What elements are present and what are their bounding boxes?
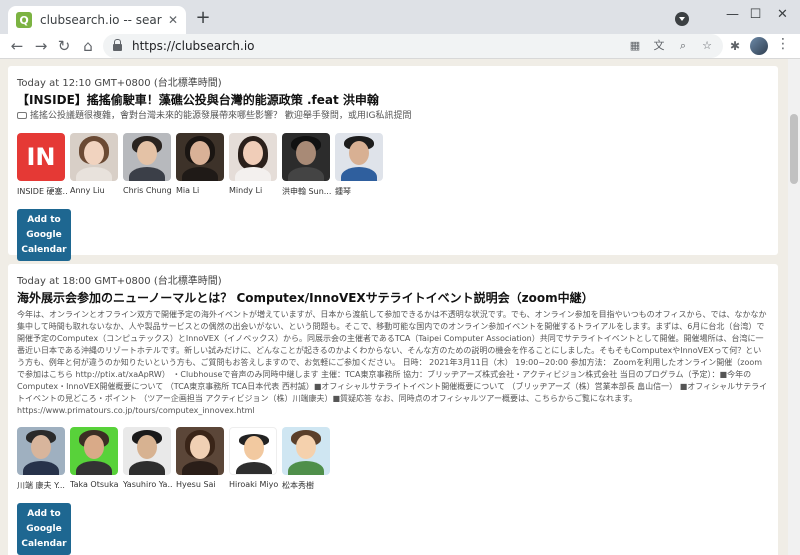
bookmark-star-icon[interactable]: ☆ bbox=[699, 38, 715, 54]
speaker-avatar bbox=[70, 133, 118, 181]
chrome-menu-icon[interactable]: ⋮ bbox=[776, 36, 790, 52]
speaker-avatar bbox=[17, 427, 65, 475]
event-title[interactable]: 海外展示会参加のニューノーマルとは？ Computex/InnoVEXサテライト… bbox=[17, 289, 769, 306]
speaker-name: Chris Chung bbox=[123, 186, 172, 195]
new-tab-button[interactable]: + bbox=[193, 8, 213, 28]
speaker-name: 松本秀樹 bbox=[282, 481, 314, 490]
browser-tab[interactable]: Q clubsearch.io -- search Clubho ✕ bbox=[8, 6, 186, 34]
event-title[interactable]: 【INSIDE】搖搖偷駛車！藻礁公投與台灣的能源政策 .feat 洪申翰 bbox=[17, 91, 769, 108]
speaker-avatar bbox=[176, 427, 224, 475]
speaker-avatar bbox=[229, 133, 277, 181]
add-to-google-calendar-button[interactable]: Add to Google Calendar bbox=[17, 503, 71, 555]
speaker[interactable]: IN INSIDE 硬塞... bbox=[17, 133, 67, 197]
speaker[interactable]: 洪申翰 Sun... bbox=[282, 133, 332, 197]
event-time: Today at 18:00 GMT+0800 (台北標準時間) bbox=[17, 276, 222, 287]
close-window-button[interactable]: ✕ bbox=[760, 0, 800, 28]
speaker[interactable]: Mia Li bbox=[176, 133, 226, 197]
event-card: Today at 12:10 GMT+0800 (台北標準時間) 【INSIDE… bbox=[8, 66, 778, 261]
add-to-google-calendar-button[interactable]: Add to Google Calendar bbox=[17, 209, 71, 261]
speaker[interactable]: Chris Chung bbox=[123, 133, 173, 197]
event-card: Today at 18:00 GMT+0800 (台北標準時間) 海外展示会参加… bbox=[8, 264, 778, 555]
profile-avatar[interactable] bbox=[750, 37, 768, 55]
speaker-list: 川端 康夫 Y... Taka Otsuka Yasuhiro Ya... Hy… bbox=[17, 427, 769, 491]
translate-icon[interactable]: 文 bbox=[651, 38, 667, 54]
forward-arrow-icon[interactable]: → bbox=[31, 36, 51, 56]
speaker-name: Mindy Li bbox=[229, 186, 263, 195]
speaker[interactable]: Yasuhiro Ya... bbox=[123, 427, 173, 491]
speaker-name: Yasuhiro Ya... bbox=[123, 480, 173, 489]
speaker-name: Anny Liu bbox=[70, 186, 105, 195]
speaker-name: 川端 康夫 Y... bbox=[17, 481, 65, 490]
clubsearch-favicon-icon: Q bbox=[16, 12, 32, 28]
speaker[interactable]: Anny Liu bbox=[70, 133, 120, 197]
speaker[interactable]: Hiroaki Miyo... bbox=[229, 427, 279, 491]
speaker-name: Hiroaki Miyo... bbox=[229, 480, 279, 489]
back-arrow-icon[interactable]: ← bbox=[7, 36, 27, 56]
event-description: 今年は、オンラインとオフライン双方で開催予定の海外イベントが増えていますが、日本… bbox=[17, 310, 768, 415]
browser-toolbar: ← → ↻ ⌂ https://clubsearch.io ▦ 文 ⌕ ☆ ✱ … bbox=[0, 34, 800, 58]
cartoon-avatar bbox=[229, 427, 277, 475]
speaker[interactable]: Mindy Li bbox=[229, 133, 279, 197]
scrollbar[interactable] bbox=[788, 59, 800, 555]
speech-bubble-icon bbox=[17, 112, 27, 119]
speaker[interactable]: 鍾琴 bbox=[335, 133, 385, 197]
inside-logo-avatar: IN bbox=[17, 133, 65, 181]
tab-title: clubsearch.io -- search Clubho bbox=[40, 13, 162, 27]
speaker-name: Taka Otsuka bbox=[70, 480, 119, 489]
tab-strip: Q clubsearch.io -- search Clubho ✕ + — ☐… bbox=[0, 0, 800, 34]
speaker-avatar bbox=[123, 427, 171, 475]
zoom-icon[interactable]: ⌕ bbox=[675, 38, 691, 54]
extensions-puzzle-icon[interactable]: ✱ bbox=[727, 38, 743, 54]
page-viewport: Today at 12:10 GMT+0800 (台北標準時間) 【INSIDE… bbox=[0, 58, 800, 555]
home-icon[interactable]: ⌂ bbox=[78, 36, 98, 56]
lock-icon bbox=[113, 39, 122, 51]
reload-icon[interactable]: ↻ bbox=[54, 36, 74, 56]
speaker-avatar bbox=[335, 133, 383, 181]
speaker-avatar bbox=[70, 427, 118, 475]
speaker-list: IN INSIDE 硬塞... Anny Liu Chris Chung Mia… bbox=[17, 133, 769, 197]
speaker-name: 鍾琴 bbox=[335, 187, 351, 196]
event-time: Today at 12:10 GMT+0800 (台北標準時間) bbox=[17, 78, 222, 89]
speaker[interactable]: 松本秀樹 bbox=[282, 427, 332, 491]
speaker-name: 洪申翰 Sun... bbox=[282, 187, 332, 196]
speaker-avatar bbox=[282, 133, 330, 181]
qr-code-icon[interactable]: ▦ bbox=[627, 38, 643, 54]
address-bar[interactable]: https://clubsearch.io ▦ 文 ⌕ ☆ bbox=[103, 34, 723, 58]
speaker[interactable]: 川端 康夫 Y... bbox=[17, 427, 67, 491]
cartoon-avatar bbox=[282, 427, 330, 475]
url-text: https://clubsearch.io bbox=[132, 39, 255, 53]
speaker-avatar bbox=[176, 133, 224, 181]
speaker[interactable]: Taka Otsuka bbox=[70, 427, 120, 491]
speaker[interactable]: Hyesu Sai bbox=[176, 427, 226, 491]
speaker-name: Mia Li bbox=[176, 186, 200, 195]
speaker-avatar bbox=[123, 133, 171, 181]
scrollbar-thumb[interactable] bbox=[790, 114, 798, 184]
tab-close-icon[interactable]: ✕ bbox=[168, 13, 178, 27]
event-description: 搖搖公投議題很複雜，會對台灣未來的能源發展帶來哪些影響？ 歡迎舉手發問，或用IG… bbox=[17, 110, 769, 123]
speaker-name: Hyesu Sai bbox=[176, 480, 216, 489]
inside-logo-text: IN bbox=[26, 143, 56, 171]
tab-search-icon[interactable] bbox=[675, 12, 689, 26]
speaker-name: INSIDE 硬塞... bbox=[17, 187, 67, 196]
